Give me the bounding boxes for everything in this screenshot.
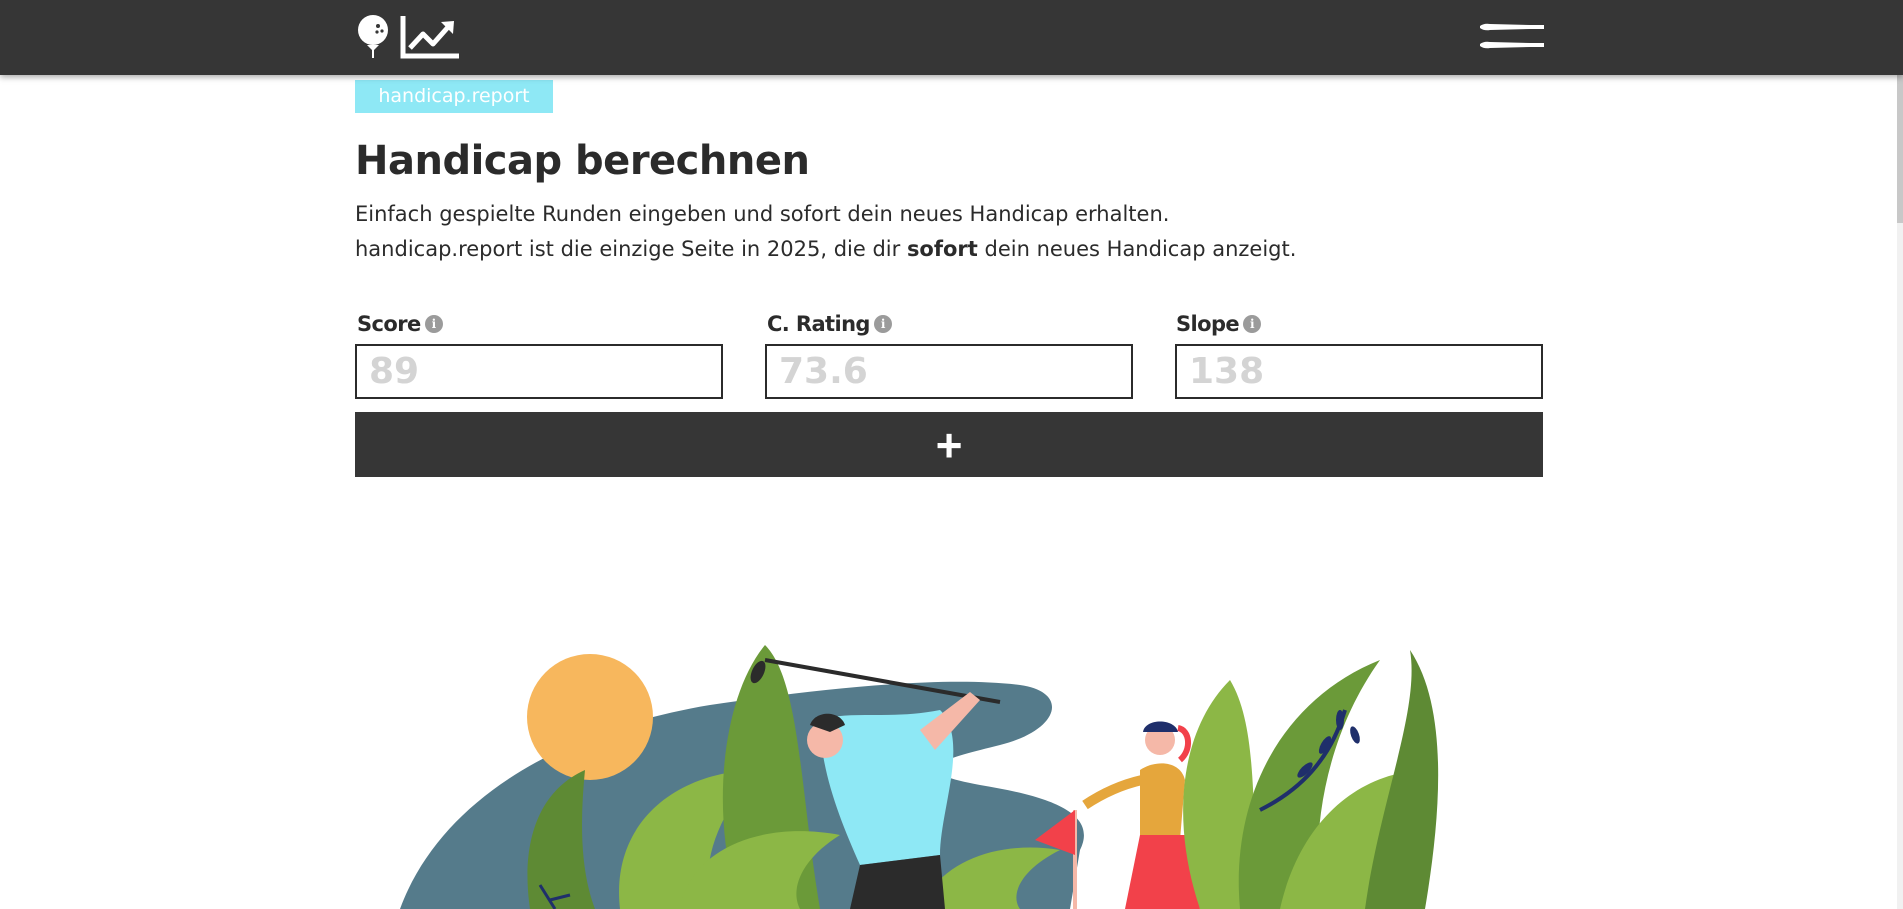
golfers-in-nature-illustration [400,645,1439,909]
intro-text: Einfach gespielte Runden eingeben und so… [355,197,1296,267]
rating-label: C. Rating i [767,312,892,336]
slope-label: Slope i [1176,312,1262,336]
page-title: Handicap berechnen [355,138,810,184]
info-icon[interactable]: i [424,315,443,333]
info-icon[interactable]: i [1243,315,1262,333]
page-scrollbar-thumb[interactable] [1897,75,1903,223]
rating-label-text: C. Rating [767,312,870,336]
golf-ball-chart-logo[interactable] [355,14,461,60]
top-navbar [0,0,1903,75]
intro-line-2-suffix: dein neues Handicap anzeigt. [977,237,1297,261]
score-label: Score i [357,312,443,336]
rating-input[interactable] [765,344,1133,399]
info-icon[interactable]: i [873,315,892,333]
golf-ball-icon [358,15,388,58]
intro-line-2: handicap.report ist die einzige Seite in… [355,232,1296,267]
trend-chart-icon [400,16,459,59]
intro-line-2-bold: sofort [906,237,978,261]
slope-label-text: Slope [1176,312,1240,336]
plus-icon: + [935,418,963,471]
slope-input[interactable] [1175,344,1543,399]
add-round-button[interactable]: + [355,412,1543,477]
intro-line-2-prefix: handicap.report ist die einzige Seite in… [355,237,907,261]
site-badge[interactable]: handicap.report [355,80,553,113]
score-input[interactable] [355,344,723,399]
intro-line-1: Einfach gespielte Runden eingeben und so… [355,202,1170,226]
score-label-text: Score [357,312,421,336]
golf-tees-menu-icon[interactable] [1480,22,1544,52]
